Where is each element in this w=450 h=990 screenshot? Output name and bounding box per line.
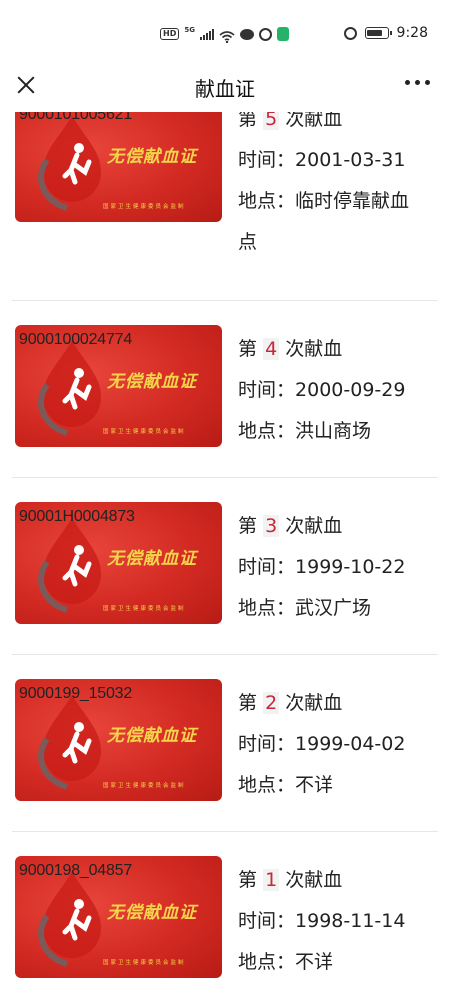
donation-date: 1998-11-14 [295, 910, 406, 932]
list-item[interactable]: 9000101005621 无偿献血证 国家卫生健康委员会监制 第 5 次献血 … [0, 112, 450, 290]
donation-place-row: 地点：洪山商场 [238, 420, 372, 442]
status-bar: HD 5G 9:28 [0, 0, 450, 62]
status-right: 9:28 [343, 23, 428, 43]
donation-count-row: 第 4 次献血 [238, 338, 343, 360]
list-item[interactable]: 9000199_15032 无偿献血证 国家卫生健康委员会监制 第 2 次献血 … [0, 679, 450, 829]
donation-time-row: 时间：2001-03-31 [238, 149, 406, 171]
card-title: 无偿献血证 [107, 903, 197, 923]
more-options-icon[interactable] [405, 80, 430, 85]
card-footer: 国家卫生健康委员会监制 [103, 960, 186, 966]
page-title: 献血证 [195, 77, 255, 101]
divider [12, 654, 438, 655]
network-type: 5G [184, 26, 195, 34]
donation-time-row: 时间：1999-10-22 [238, 556, 406, 578]
donation-date: 2001-03-31 [295, 149, 406, 171]
donation-card[interactable]: 9000199_15032 无偿献血证 国家卫生健康委员会监制 [15, 679, 222, 801]
hd-badge: HD [160, 28, 180, 40]
donation-place-row: 地点：临时停靠献血点 [238, 190, 410, 253]
card-number: 90001H0004873 [19, 508, 135, 525]
donation-place-row: 地点：不详 [238, 774, 334, 796]
card-title: 无偿献血证 [107, 372, 197, 392]
record-info: 第 3 次献血 时间：1999-10-22 地点：武汉广场 [238, 506, 438, 629]
donation-record-list[interactable]: 9000101005621 无偿献血证 国家卫生健康委员会监制 第 5 次献血 … [0, 112, 450, 990]
card-title: 无偿献血证 [107, 726, 197, 746]
donation-count-row: 第 1 次献血 [238, 869, 343, 891]
vpn-icon [258, 27, 272, 41]
status-time: 9:28 [396, 25, 428, 41]
donation-count: 3 [263, 515, 280, 537]
blood-drop-logo-icon [38, 341, 101, 436]
donation-time-row: 时间：2000-09-29 [238, 379, 406, 401]
blood-drop-logo-icon [38, 116, 101, 211]
donation-card[interactable]: 9000100024774 无偿献血证 国家卫生健康委员会监制 [15, 325, 222, 447]
wifi-icon [219, 28, 235, 44]
donation-count-row: 第 2 次献血 [238, 692, 343, 714]
donation-place-row: 地点：不详 [238, 951, 334, 973]
donation-count: 5 [263, 112, 280, 130]
donation-count-row: 第 5 次献血 [238, 112, 438, 140]
battery-icon [364, 27, 392, 39]
list-item[interactable]: 9000100024774 无偿献血证 国家卫生健康委员会监制 第 4 次献血 … [0, 325, 450, 475]
card-footer: 国家卫生健康委员会监制 [103, 606, 186, 612]
donation-count-row: 第 3 次献血 [238, 515, 343, 537]
blood-drop-logo-icon [38, 518, 101, 613]
donation-place-row: 地点：武汉广场 [238, 597, 372, 619]
app-notification-icon [276, 27, 289, 41]
list-item[interactable]: 9000198_04857 无偿献血证 国家卫生健康委员会监制 第 1 次献血 … [0, 856, 450, 990]
card-footer: 国家卫生健康委员会监制 [103, 204, 186, 210]
donation-card[interactable]: 9000101005621 无偿献血证 国家卫生健康委员会监制 [15, 112, 222, 222]
donation-card[interactable]: 90001H0004873 无偿献血证 国家卫生健康委员会监制 [15, 502, 222, 624]
divider [12, 477, 438, 478]
donation-card[interactable]: 9000198_04857 无偿献血证 国家卫生健康委员会监制 [15, 856, 222, 978]
donation-date: 1999-04-02 [295, 733, 406, 755]
record-info: 第 4 次献血 时间：2000-09-29 地点：洪山商场 [238, 329, 438, 452]
blood-drop-logo-icon [38, 872, 101, 967]
donation-date: 2000-09-29 [295, 379, 406, 401]
divider [12, 831, 438, 832]
donation-place: 不详 [295, 774, 334, 796]
donation-place: 洪山商场 [295, 420, 372, 442]
record-info: 第 2 次献血 时间：1999-04-02 地点：不详 [238, 683, 438, 806]
card-title: 无偿献血证 [107, 147, 197, 167]
status-icons: HD 5G [160, 24, 289, 44]
signal-icon [199, 28, 214, 40]
donation-count: 1 [263, 869, 280, 891]
card-number: 9000100024774 [19, 331, 133, 348]
donation-time-row: 时间：1999-04-02 [238, 733, 406, 755]
record-info: 第 1 次献血 时间：1998-11-14 地点：不详 [238, 860, 438, 983]
list-item[interactable]: 90001H0004873 无偿献血证 国家卫生健康委员会监制 第 3 次献血 … [0, 502, 450, 652]
blood-drop-logo-icon [38, 695, 101, 790]
donation-time-row: 时间：1998-11-14 [238, 910, 406, 932]
card-footer: 国家卫生健康委员会监制 [103, 783, 186, 789]
donation-count: 2 [263, 692, 280, 714]
alarm-icon [343, 26, 357, 40]
card-number: 9000101005621 [19, 112, 133, 123]
nav-bar: 献血证 [0, 62, 450, 112]
data-saver-icon [239, 28, 254, 40]
card-number: 9000199_15032 [19, 685, 133, 702]
donation-count: 4 [263, 338, 280, 360]
divider [12, 300, 438, 301]
donation-place: 武汉广场 [295, 597, 372, 619]
record-info: 第 5 次献血 时间：2001-03-31 地点：临时停靠献血点 [238, 112, 438, 263]
card-title: 无偿献血证 [107, 549, 197, 569]
donation-place: 不详 [295, 951, 334, 973]
card-footer: 国家卫生健康委员会监制 [103, 429, 186, 435]
donation-date: 1999-10-22 [295, 556, 406, 578]
card-number: 9000198_04857 [19, 862, 133, 879]
